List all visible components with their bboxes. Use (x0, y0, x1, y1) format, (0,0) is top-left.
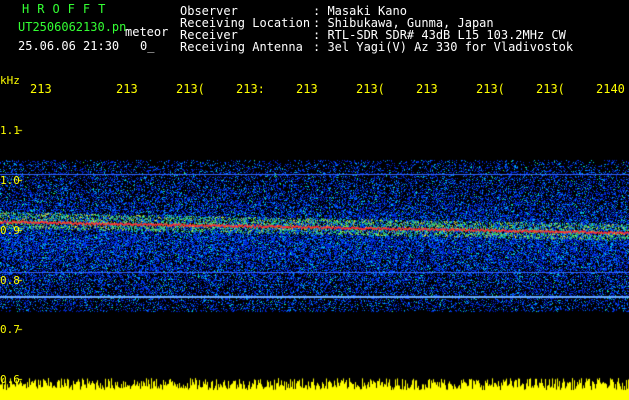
time-tick: 213( (476, 82, 505, 96)
count-text: 0_ (140, 39, 155, 53)
time-tick: 213 (116, 82, 138, 96)
time-tick: 2140 (596, 82, 625, 96)
freq-label: 0.6 (0, 373, 20, 386)
app-logo: HROFFT (22, 2, 114, 16)
datetime-text: 25.06.06 21:30 (18, 39, 120, 53)
waterfall-spectrogram (0, 0, 629, 400)
antenna-value: : 3el Yagi(V) Az 330 for Vladivostok (313, 40, 574, 54)
filename-text: UT2506062130.pn (18, 20, 127, 34)
freq-label: 0.9 (0, 224, 20, 237)
freq-label: 1.1 (0, 124, 20, 137)
time-tick: 213 (30, 82, 52, 96)
freq-label: 0.7 (0, 323, 20, 336)
mode-text: meteor (125, 25, 169, 39)
spectrogram-screen: HROFFT UT2506062130.pn meteor 25.06.06 2… (0, 0, 629, 400)
freq-label: 1.0 (0, 174, 20, 187)
antenna-label: Receiving Antenna (180, 40, 303, 54)
frequency-unit-label: kHz (0, 74, 20, 87)
time-tick: 213 (296, 82, 318, 96)
freq-label: 0.8 (0, 274, 20, 287)
time-tick: 213 (416, 82, 438, 96)
time-tick: 213( (536, 82, 565, 96)
time-tick: 213( (356, 82, 385, 96)
time-tick: 213( (176, 82, 205, 96)
time-tick: 213: (236, 82, 265, 96)
